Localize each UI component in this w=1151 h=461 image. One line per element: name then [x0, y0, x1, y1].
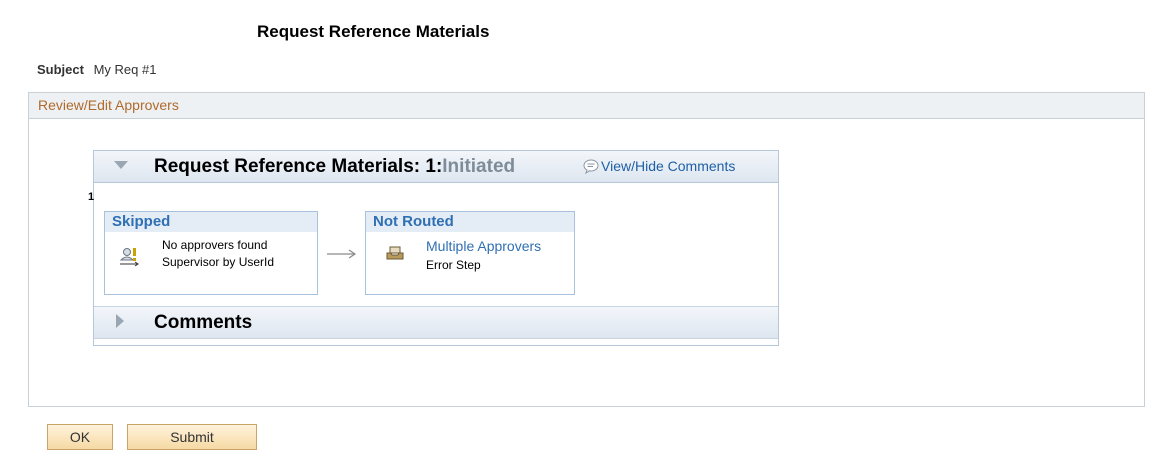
multiple-approvers-link[interactable]: Multiple Approvers [426, 238, 541, 254]
step-not-routed: Not Routed Multiple Approvers Error Step [365, 211, 575, 295]
page-title: Request Reference Materials [257, 22, 490, 41]
ok-button[interactable]: OK [47, 424, 113, 450]
comment-bubble-icon [583, 159, 599, 175]
subject-row: Subject My Req #1 [37, 62, 156, 77]
comments-section-header[interactable]: Comments [94, 306, 778, 339]
approval-flow-status: Initiated [442, 156, 516, 177]
approval-flow-header: Request Reference Materials: 1:Initiated… [94, 151, 778, 183]
inbox-tray-icon [386, 246, 404, 260]
approval-flow-title: Request Reference Materials: 1:Initiated [154, 156, 515, 178]
flow-arrow-icon [327, 249, 357, 259]
step-type: Error Step [426, 258, 481, 272]
user-warning-icon [119, 248, 139, 267]
view-hide-comments-link[interactable]: View/Hide Comments [583, 158, 736, 175]
step-approver-rule: Supervisor by UserId [162, 255, 275, 269]
step-status: Skipped [105, 212, 317, 232]
comments-label: Comments [154, 312, 253, 333]
subject-value: My Req #1 [93, 62, 157, 77]
submit-button[interactable]: Submit [127, 424, 257, 450]
collapse-arrow-icon[interactable] [114, 161, 128, 169]
step-message: No approvers found [162, 238, 268, 252]
review-approvers-header[interactable]: Review/Edit Approvers [29, 93, 1144, 119]
subject-label: Subject [37, 62, 84, 77]
step-skipped: Skipped No approvers found Supervisor by… [104, 211, 318, 295]
review-approvers-section: Review/Edit Approvers Request Reference … [28, 92, 1145, 407]
approval-flow-title-text: Request Reference Materials: 1: [154, 156, 443, 177]
expand-arrow-icon[interactable] [116, 314, 124, 328]
view-hide-comments-label: View/Hide Comments [601, 158, 736, 174]
step-number-label: 1 [88, 191, 95, 203]
step-status: Not Routed [366, 212, 574, 232]
approval-flow-box: Request Reference Materials: 1:Initiated… [88, 150, 779, 346]
